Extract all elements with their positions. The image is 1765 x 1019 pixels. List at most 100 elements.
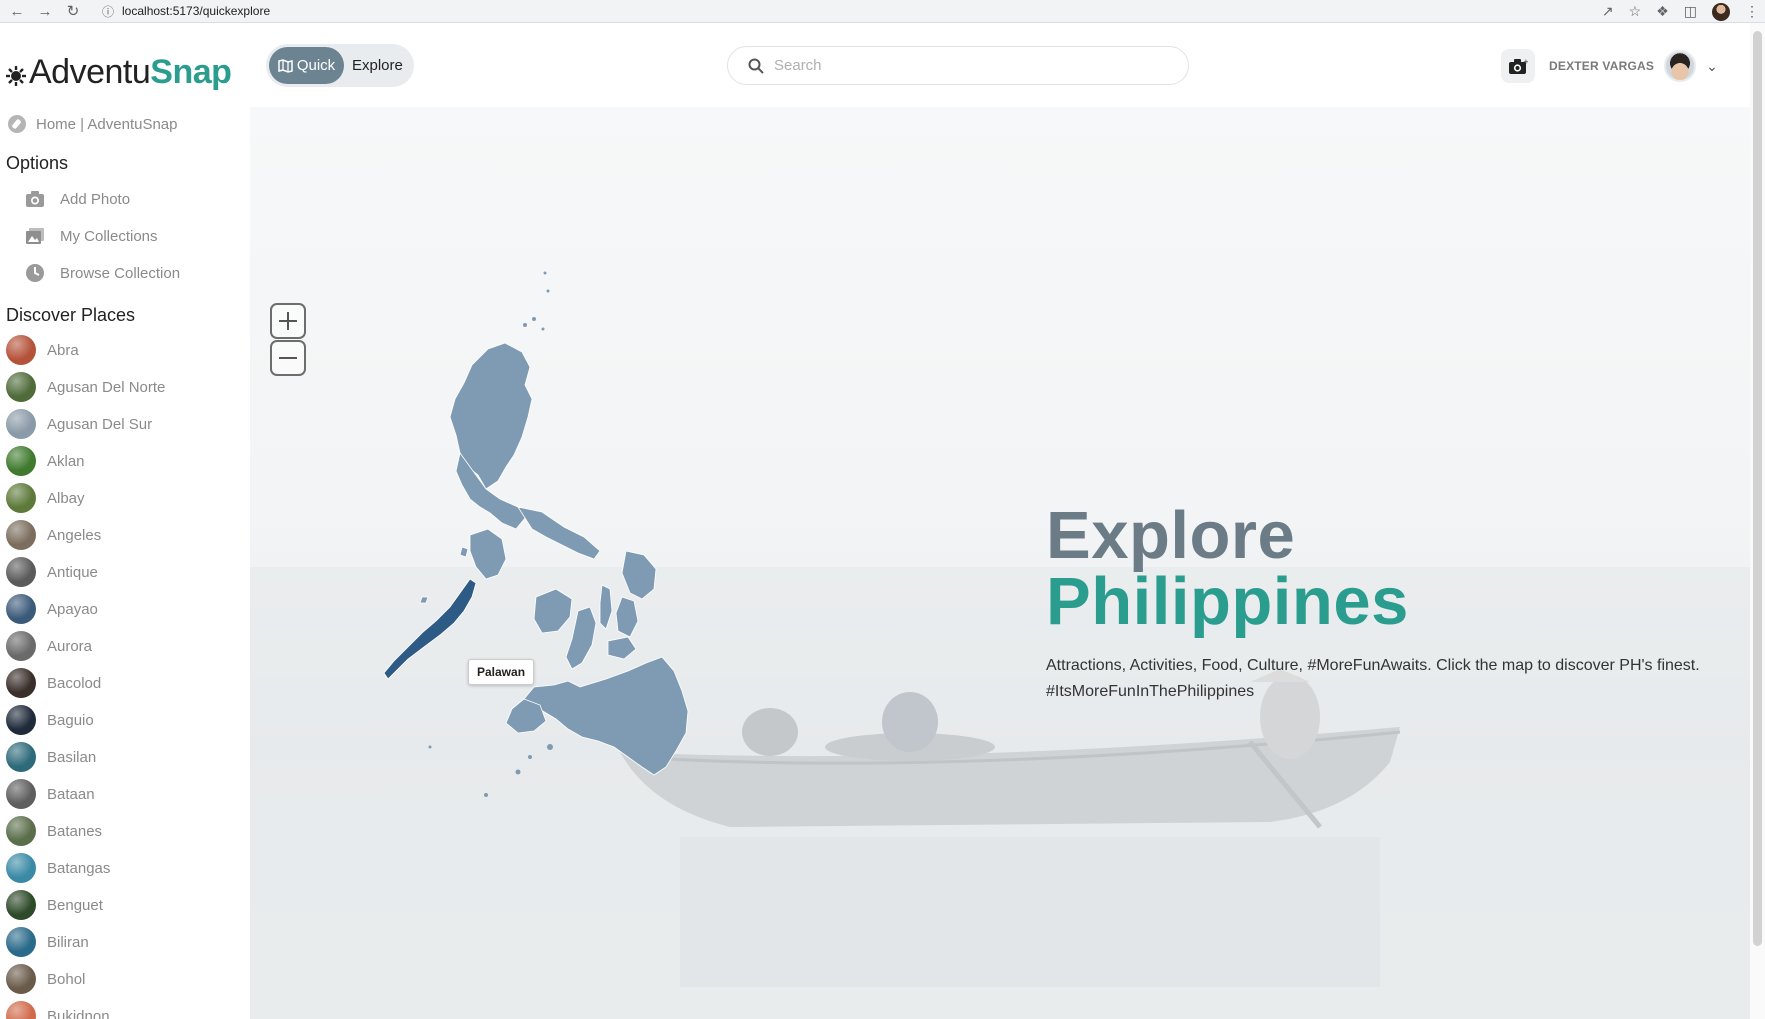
sidebar-place-item[interactable]: Bukidnon [6,1001,110,1019]
bookmark-star-icon[interactable]: ☆ [1629,3,1642,20]
upload-photo-button[interactable]: + [1501,49,1535,83]
sidebar-place-item[interactable]: Apayao [6,594,98,624]
zoom-out-button[interactable] [270,340,306,376]
place-thumbnail [6,594,36,624]
sidebar-place-item[interactable]: Bataan [6,779,95,809]
place-label: Albay [47,489,85,507]
profile-avatar[interactable] [1712,2,1730,21]
info-icon[interactable]: ⓘ [102,3,114,20]
map-region-palawan [383,578,477,680]
place-thumbnail [6,890,36,920]
sidebar-place-item[interactable]: Benguet [6,890,103,920]
place-thumbnail [6,557,36,587]
option-label: Browse Collection [60,264,181,282]
logo-sun-icon [6,65,26,86]
map-region-bicol [517,506,601,560]
sidebar-place-item[interactable]: Bacolod [6,668,101,698]
sidebar-place-item[interactable]: Abra [6,335,79,365]
sidebar-place-item[interactable]: Bohol [6,964,85,994]
place-thumbnail [6,668,36,698]
option-my-collections[interactable]: My Collections [24,226,158,246]
place-label: Agusan Del Sur [47,415,153,433]
menu-kebab-icon[interactable]: ⋮ [1745,3,1759,20]
place-label: Basilan [47,748,97,766]
place-label: Batanes [47,822,103,840]
place-label: Angeles [47,526,102,544]
place-label: Bukidnon [47,1007,110,1019]
view-toggle[interactable]: Quick Explore [266,44,414,87]
place-label: Abra [47,341,79,359]
map-icon [278,58,293,73]
url-text[interactable]: localhost:5173/quickexplore [122,4,270,18]
option-browse-collection[interactable]: Browse Collection [24,263,180,283]
option-add-photo[interactable]: Add Photo [24,189,130,209]
place-thumbnail [6,816,36,846]
explore-toggle-button[interactable]: Explore [352,57,403,74]
logo-text-accent: Snap [150,53,232,91]
side-panel-icon[interactable]: ◫ [1684,3,1697,20]
user-menu[interactable]: DEXTER VARGAS ⌄ [1549,47,1718,85]
svg-text:+: + [1523,58,1528,66]
forward-icon[interactable]: → [34,0,56,22]
place-thumbnail [6,964,36,994]
home-link[interactable]: Home | AdventuSnap [8,115,178,133]
map-region-samar [621,550,657,600]
clock-history-icon [24,263,46,283]
quick-label: Quick [296,57,336,74]
home-link-label: Home | AdventuSnap [36,115,178,133]
app-logo[interactable]: Adventu Snap [6,53,232,92]
camera-add-icon [24,189,46,209]
place-thumbnail [6,631,36,661]
sidebar-place-item[interactable]: Agusan Del Norte [6,372,165,402]
place-label: Benguet [47,896,103,914]
plus-icon [279,312,297,330]
place-thumbnail [6,483,36,513]
logo-text-primary: Adventu [29,53,151,91]
share-icon[interactable]: ↗ [1602,3,1614,20]
sidebar-place-item[interactable]: Angeles [6,520,101,550]
place-thumbnail [6,372,36,402]
sidebar-place-item[interactable]: Batangas [6,853,110,883]
search-bar[interactable] [727,46,1189,85]
place-label: Antique [47,563,98,581]
option-label: My Collections [60,227,158,245]
place-label: Aklan [47,452,85,470]
scrollbar-thumb[interactable] [1753,31,1762,946]
place-thumbnail [6,779,36,809]
sidebar-place-item[interactable]: Agusan Del Sur [6,409,152,439]
map-tooltip: Palawan [468,659,535,685]
chevron-down-icon[interactable]: ⌄ [1706,58,1718,75]
sidebar-place-item[interactable]: Batanes [6,816,102,846]
place-label: Batangas [47,859,111,877]
compass-icon [8,115,26,133]
extensions-icon[interactable]: ❖ [1656,3,1669,20]
options-heading: Options [6,153,69,173]
quick-toggle-button[interactable]: Quick [269,47,344,84]
gallery-icon [24,226,46,246]
sidebar-place-item[interactable]: Aurora [6,631,92,661]
address-bar[interactable]: ⓘ localhost:5173/quickexplore [102,3,270,20]
sidebar-place-item[interactable]: Antique [6,557,98,587]
philippines-map[interactable] [310,267,730,827]
place-thumbnail [6,705,36,735]
map-region-panay [533,588,573,634]
hero-title-line2: Philippines [1046,564,1409,639]
map-region-mindanao [523,656,689,776]
sidebar-place-item[interactable]: Albay [6,483,85,513]
place-label: Apayao [47,600,98,618]
place-thumbnail [6,446,36,476]
page-scrollbar[interactable] [1750,23,1765,1019]
sidebar-place-item[interactable]: Basilan [6,742,96,772]
avatar[interactable] [1664,50,1697,82]
place-thumbnail [6,927,36,957]
back-icon[interactable]: ← [6,0,28,22]
place-label: Aurora [47,637,93,655]
zoom-in-button[interactable] [270,303,306,339]
search-input[interactable] [774,57,1154,74]
reload-icon[interactable]: ↻ [62,0,84,22]
map-region-cebu [599,584,613,630]
sidebar-place-item[interactable]: Baguio [6,705,94,735]
sidebar-place-item[interactable]: Biliran [6,927,89,957]
sidebar-place-item[interactable]: Aklan [6,446,85,476]
place-label: Bohol [47,970,86,988]
